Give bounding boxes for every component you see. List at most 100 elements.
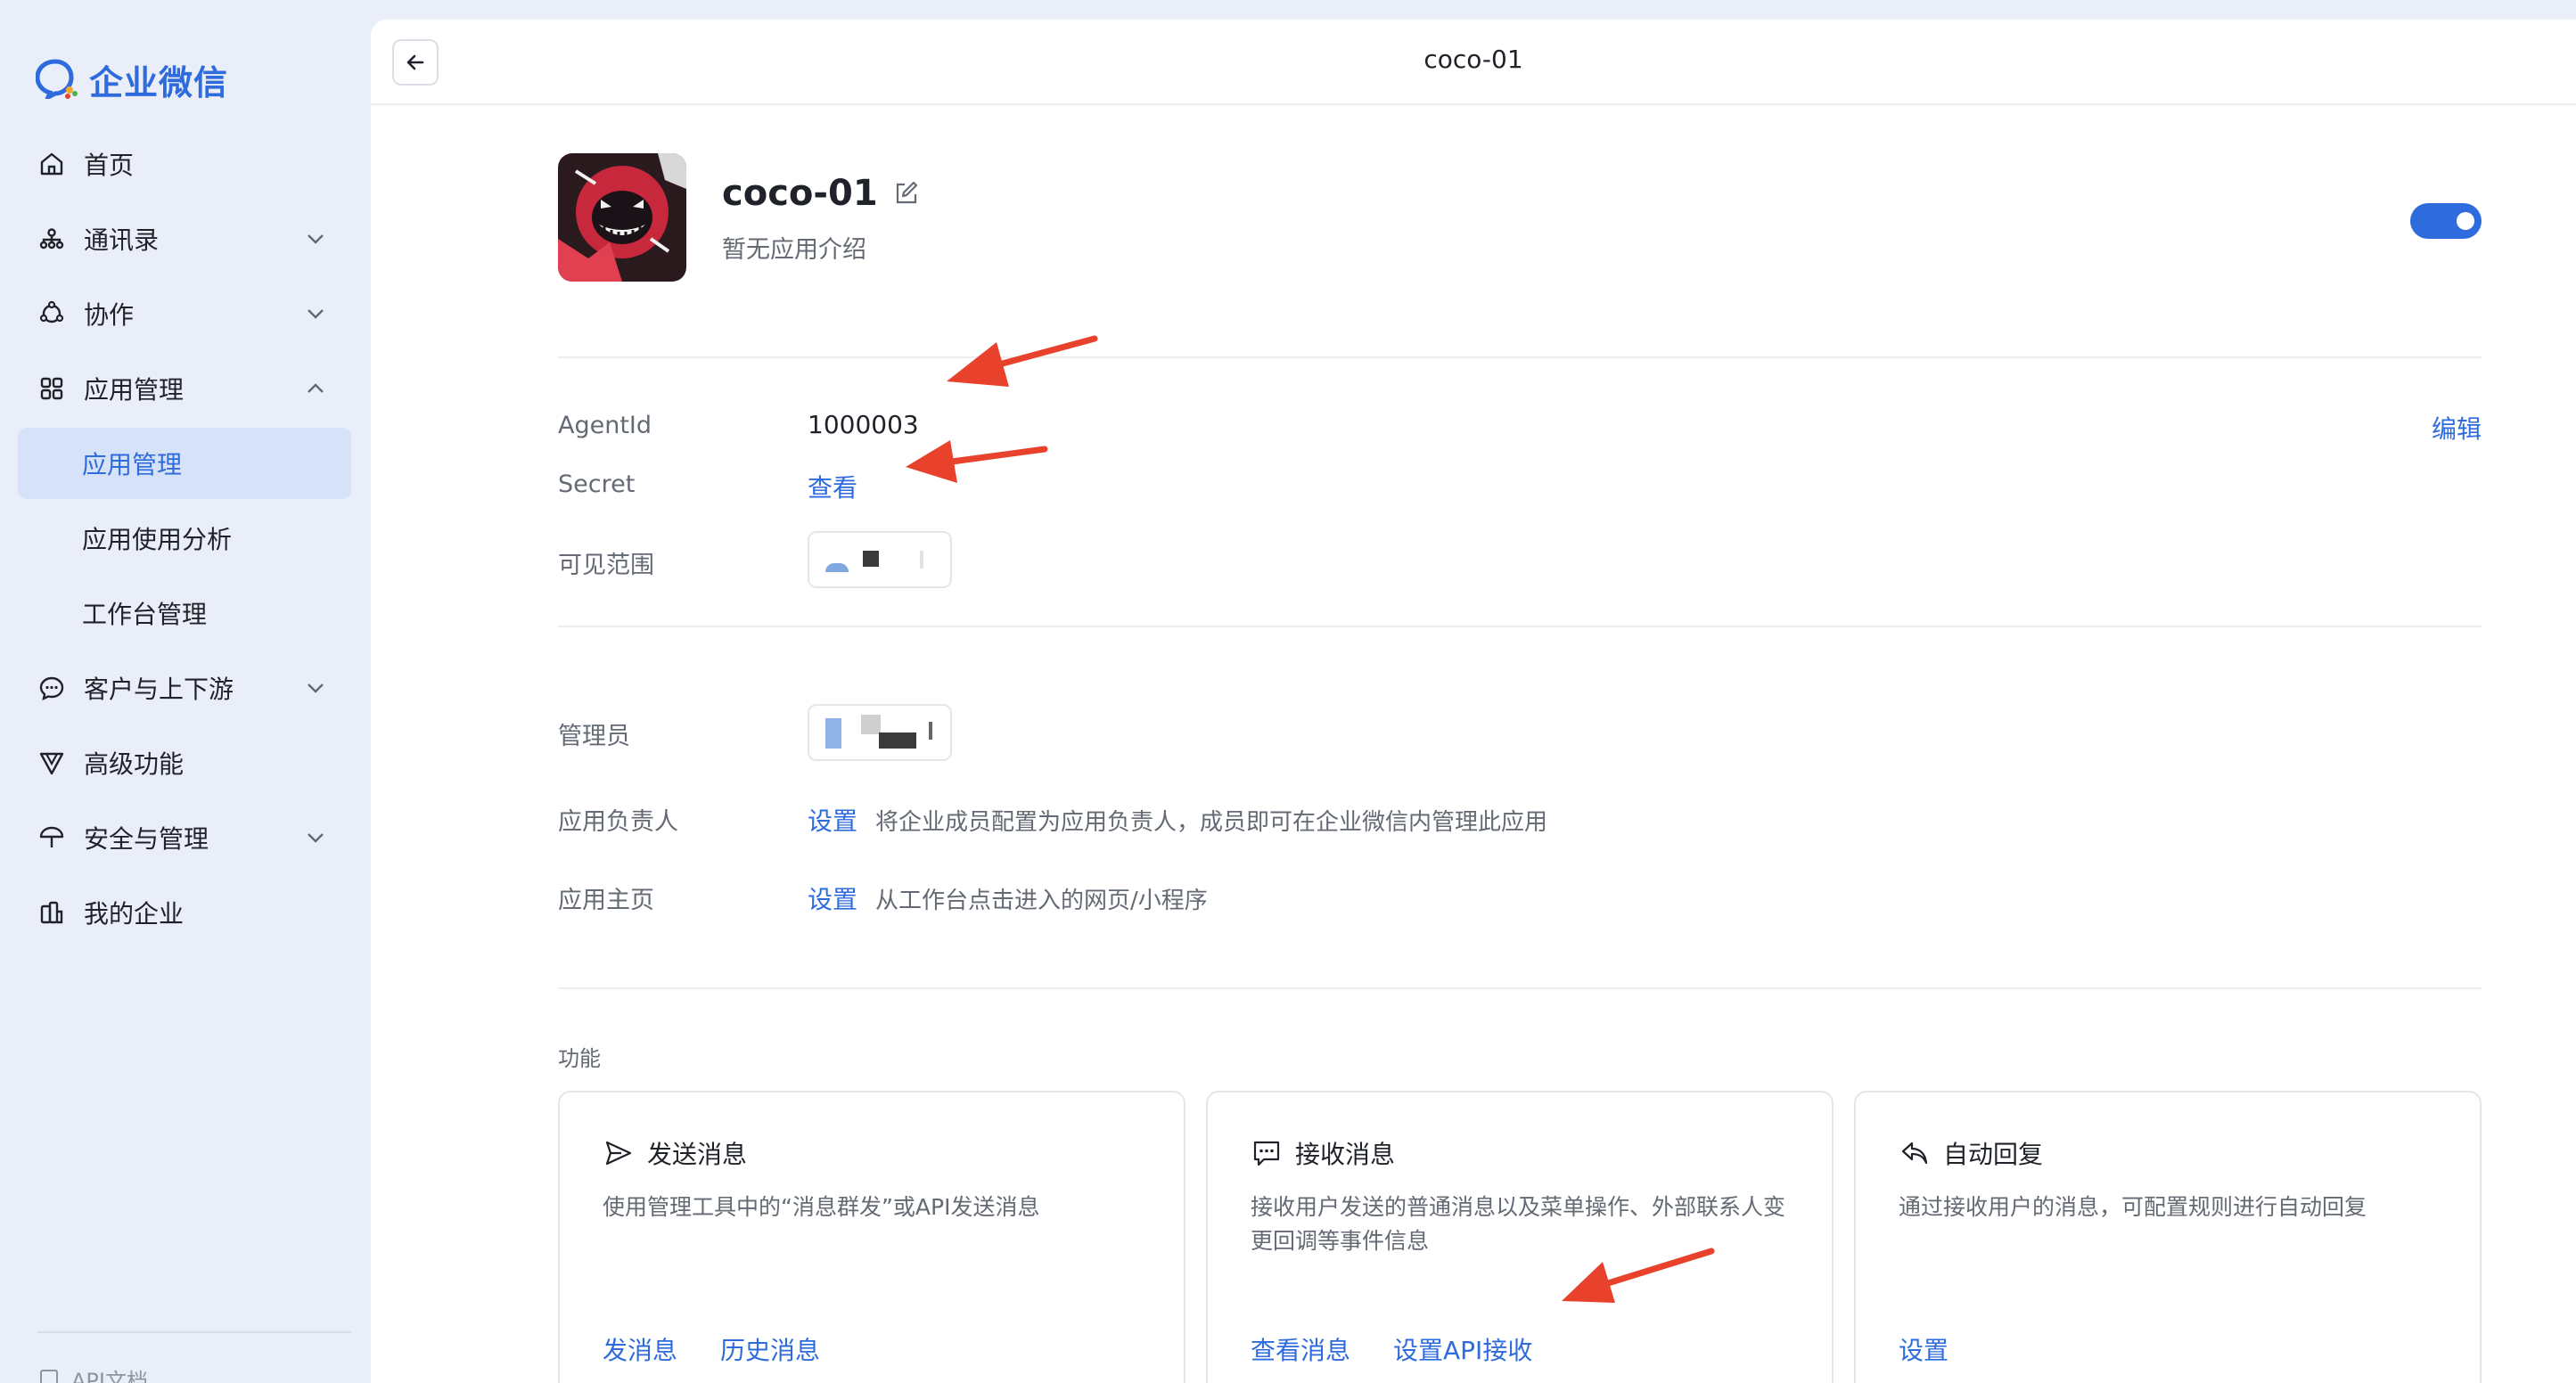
api-doc-label: API文档 [71,1369,148,1383]
logo[interactable]: 企业微信 [35,55,229,104]
send-icon [603,1137,635,1169]
page-title: coco-01 [1423,45,1523,74]
chevron-down-icon[interactable] [301,674,330,702]
owner-hint: 将企业成员配置为应用负责人，成员即可在企业微信内管理此应用 [875,809,1548,836]
app-name-text: coco-01 [722,173,878,214]
homepage-hint: 从工作台点击进入的网页/小程序 [875,888,1208,914]
avatar [879,732,916,749]
building-icon [37,898,66,927]
feature-card-send-message: 发送消息 使用管理工具中的“消息群发”或API发送消息 发消息 历史消息 [558,1091,1185,1383]
sidebar-item-my-enterprise[interactable]: 我的企业 [18,877,351,948]
visible-scope-chip[interactable] [808,531,952,588]
sidebar-api-doc-link[interactable]: API文档 [37,1363,148,1383]
history-messages-link[interactable]: 历史消息 [720,1331,820,1367]
card-header: 自动回复 [1899,1135,2043,1171]
agentid-label: AgentId [558,412,652,439]
card-description: 使用管理工具中的“消息群发”或API发送消息 [603,1194,1040,1220]
collaboration-icon [37,299,66,328]
app-root: 企业微信 首页 通讯录 协作 应用管理 应用管理 应用使用分析 工作台管理 客户… [0,0,2576,1383]
owner-label: 应用负责人 [558,808,678,836]
homepage-label: 应用主页 [558,887,654,914]
view-secret-link[interactable]: 查看 [808,469,857,504]
sidebar-item-label: 应用管理 [82,450,183,479]
divider [558,356,2482,358]
sidebar: 企业微信 首页 通讯录 协作 应用管理 应用管理 应用使用分析 工作台管理 客户… [0,0,371,1383]
app-name: coco-01 [722,173,919,214]
message-icon [1251,1137,1283,1169]
homepage-row: 设置 从工作台点击进入的网页/小程序 [808,880,1208,916]
set-api-receive-link[interactable]: 设置API接收 [1393,1331,1532,1367]
chat-icon [37,674,66,702]
sidebar-item-label: 通讯录 [84,225,160,255]
card-title: 自动回复 [1943,1140,2044,1169]
app-description: 暂无应用介绍 [722,236,866,264]
avatar [861,715,881,734]
contacts-icon [37,225,66,253]
card-title: 发送消息 [647,1140,748,1169]
sidebar-item-security[interactable]: 安全与管理 [18,802,351,873]
sidebar-item-label: 协作 [84,300,135,330]
advanced-icon [37,749,66,777]
feature-card-auto-reply: 自动回复 通过接收用户的消息，可配置规则进行自动回复 设置 [1854,1091,2482,1383]
sidebar-item-label: 高级功能 [84,749,185,779]
sidebar-subitem-app-usage-analysis[interactable]: 应用使用分析 [18,503,351,574]
chevron-down-icon[interactable] [301,225,330,253]
auto-reply-settings-link[interactable]: 设置 [1899,1331,1948,1367]
card-description: 通过接收用户的消息，可配置规则进行自动回复 [1899,1194,2367,1220]
homepage-set-link[interactable]: 设置 [808,885,857,914]
sidebar-item-label: 客户与上下游 [84,675,234,704]
sidebar-item-label: 首页 [84,151,135,180]
card-actions: 发消息 历史消息 [603,1331,863,1367]
sidebar-item-label: 应用管理 [84,375,185,405]
agentid-value: 1000003 [808,410,919,439]
sidebar-nav: 首页 通讯录 协作 应用管理 应用管理 应用使用分析 工作台管理 客户与上下游 … [18,128,351,952]
card-actions: 设置 [1899,1331,1991,1367]
sidebar-item-customers[interactable]: 客户与上下游 [18,652,351,724]
secret-label: Secret [558,471,636,498]
avatar [920,551,923,569]
card-header: 接收消息 [1251,1135,1395,1171]
admin-label: 管理员 [558,723,630,750]
main-panel: coco-01 coco-01 暂无应用介绍 AgentId 1000003 编… [371,20,2576,1383]
edit-name-icon[interactable] [892,180,919,207]
card-header: 发送消息 [603,1135,747,1171]
apps-icon [37,374,66,403]
sidebar-item-label: 应用使用分析 [82,525,233,554]
sidebar-item-contacts[interactable]: 通讯录 [18,203,351,274]
sidebar-item-label: 安全与管理 [84,824,209,854]
divider [558,987,2482,989]
doc-icon [37,1368,61,1383]
sidebar-subitem-app-management[interactable]: 应用管理 [18,428,351,499]
feature-card-receive-message: 接收消息 接收用户发送的普通消息以及菜单操作、外部联系人变更回调等事件信息 查看… [1206,1091,1834,1383]
avatar [825,563,849,572]
logo-text: 企业微信 [89,63,229,102]
sidebar-divider [37,1331,351,1333]
chevron-down-icon[interactable] [301,823,330,852]
sidebar-item-collaboration[interactable]: 协作 [18,278,351,349]
sidebar-item-label: 我的企业 [84,899,185,929]
chevron-down-icon[interactable] [301,299,330,328]
avatar [863,551,879,567]
owner-set-link[interactable]: 设置 [808,806,857,836]
edit-info-link[interactable]: 编辑 [2432,410,2482,446]
umbrella-icon [37,823,66,852]
chevron-up-icon[interactable] [301,374,330,403]
sidebar-item-home[interactable]: 首页 [18,128,351,200]
sidebar-subitem-workbench-management[interactable]: 工作台管理 [18,577,351,649]
admin-chip[interactable] [808,704,952,761]
visible-scope-label: 可见范围 [558,552,654,579]
reply-icon [1899,1137,1931,1169]
view-messages-link[interactable]: 查看消息 [1251,1331,1350,1367]
sidebar-item-app-management[interactable]: 应用管理 [18,353,351,424]
avatar [825,718,841,749]
divider [558,626,2482,627]
card-description: 接收用户发送的普通消息以及菜单操作、外部联系人变更回调等事件信息 [1251,1194,1786,1254]
sidebar-item-advanced[interactable]: 高级功能 [18,727,351,798]
app-enabled-toggle[interactable] [2410,203,2482,239]
send-message-link[interactable]: 发消息 [603,1331,677,1367]
app-avatar [558,153,686,282]
features-section-title: 功能 [558,1046,601,1071]
topbar: coco-01 [371,20,2576,105]
avatar [929,722,932,740]
wecom-logo-icon [35,58,80,102]
